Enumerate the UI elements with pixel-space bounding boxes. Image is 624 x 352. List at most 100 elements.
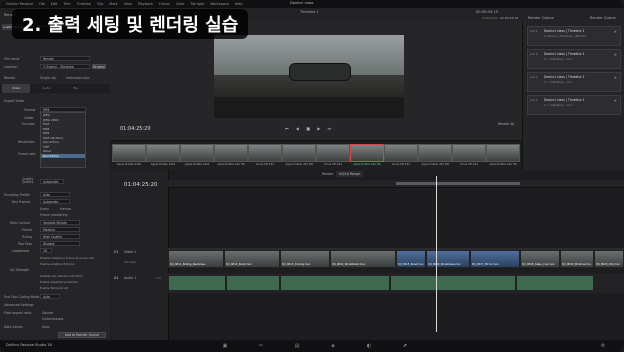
render-job-2[interactable]: Job 2 Davinci class | Timeline 1 C:/.../…: [527, 49, 621, 69]
timeline-video-clip[interactable]: DJI_0012_Road.mov: [224, 250, 280, 268]
job-name: Davinci class | Timeline 1: [544, 98, 585, 102]
transport-controls[interactable]: ⏮ ◀ ■ ▶ ⏭: [285, 126, 334, 131]
menu-item-app[interactable]: DaVinci Resolve: [6, 2, 33, 6]
location-field[interactable]: C:/Users/.../Desktop: [40, 64, 90, 69]
clip-thumbnail[interactable]: [282, 144, 316, 162]
option-adaptive-bframe[interactable]: Enable adaptive B-frame: [40, 262, 75, 266]
encoding-profile-select[interactable]: Auto: [40, 192, 70, 197]
settings-icon[interactable]: ⚙: [600, 343, 606, 349]
menu-item-fusion[interactable]: Fusion: [159, 2, 170, 6]
menu-item-view[interactable]: View: [124, 2, 132, 6]
clip-label: Drive HD 444: [392, 163, 410, 166]
timeline-audio-clip[interactable]: [390, 275, 516, 291]
preset-select[interactable]: Medium: [40, 227, 80, 232]
render-all-label[interactable]: Render All: [498, 122, 514, 126]
render-queue-dropdown[interactable]: Render Queue: [590, 16, 616, 20]
tab-video[interactable]: Video: [2, 84, 31, 93]
pixel-aspect-cinemascope[interactable]: Cinemascope: [42, 317, 64, 321]
quality-select[interactable]: Automatic: [40, 179, 64, 184]
individual-clips-radio[interactable]: Individual clips: [66, 76, 90, 80]
keyframes-select[interactable]: Automatic: [40, 199, 70, 204]
option-weighted-prediction[interactable]: Enable weighted prediction: [40, 280, 78, 284]
timeline-video-clip[interactable]: DJI_0013_Driving.mov: [280, 250, 330, 268]
menu-item-mark[interactable]: Mark: [109, 2, 117, 6]
option-temporal-aq[interactable]: Enable Temporal AQ: [40, 286, 68, 290]
timeline-video-clip-selected[interactable]: DJI_0015_Road.mov: [396, 250, 426, 268]
menu-item-help[interactable]: Help: [235, 2, 243, 6]
timeline-audio-clip[interactable]: [226, 275, 280, 291]
timeline-audio-clip[interactable]: [516, 275, 594, 291]
clip-thumbnail[interactable]: [486, 144, 520, 162]
clip-thumbnail[interactable]: [418, 144, 452, 162]
clip-thumbnail[interactable]: [112, 144, 146, 162]
clip-thumbnail[interactable]: [180, 144, 214, 162]
frame-reordering-checkbox[interactable]: Frame reordering: [40, 213, 68, 217]
color-page-icon[interactable]: ◐: [366, 343, 372, 349]
export-video-checkbox[interactable]: Export Video: [4, 99, 24, 103]
clip-thumbnail[interactable]: [384, 144, 418, 162]
menu-item-timeline[interactable]: Timeline: [77, 2, 91, 6]
timeline-video-clip[interactable]: DJI_0018_Glass_Cup.mov: [520, 250, 560, 268]
tab-file[interactable]: File: [63, 84, 88, 93]
format-dropdown-list[interactable]: JPEG JPEG 2000 MXF MP4 MP4 MXF OP-Atom Q…: [40, 112, 86, 168]
timeline-audio-clip[interactable]: [168, 275, 226, 291]
menu-item-color[interactable]: Color: [176, 2, 185, 6]
filename-field[interactable]: Render: [40, 56, 90, 61]
menu-item-edit[interactable]: Edit: [51, 2, 58, 6]
menu-item-workspace[interactable]: Workspace: [210, 2, 229, 6]
timeline-video-clip[interactable]: DJI_0020_City.mov: [594, 250, 624, 268]
timeline-audio-clip[interactable]: [280, 275, 390, 291]
render-job-1[interactable]: Job 1 Davinci class | Timeline 1 C:/User…: [527, 26, 621, 46]
option-reference-bframe[interactable]: Disable use reference B-frame: [40, 274, 83, 278]
job-path: C:/Users/.../Desktop/.../Render: [544, 34, 587, 38]
timeline-video-clip-selected[interactable]: DJI_0016_Streetview.mov: [426, 250, 470, 268]
deliver-page-icon[interactable]: ➚: [402, 343, 408, 349]
close-icon[interactable]: ×: [614, 75, 617, 80]
fusion-page-icon[interactable]: ◈: [330, 343, 336, 349]
option-adaptive-iframe[interactable]: Disable adaptive I-frame at scene cuts: [40, 256, 94, 260]
menu-item-file[interactable]: File: [39, 2, 45, 6]
add-to-render-queue-button[interactable]: Add to Render Queue: [58, 332, 106, 338]
render-range-select[interactable]: In/Out Range: [336, 171, 363, 177]
close-icon[interactable]: ×: [614, 52, 617, 57]
pixel-aspect-square[interactable]: Square: [42, 311, 53, 315]
menu-item-fairlight[interactable]: Fairlight: [191, 2, 205, 6]
clip-thumbnail-selected[interactable]: [350, 144, 384, 162]
single-clip-radio[interactable]: Single clip: [40, 76, 56, 80]
rate-control-select[interactable]: Variable Bitrate: [40, 220, 80, 225]
render-job-3[interactable]: Job 3 Davinci class | Timeline 1 C:/.../…: [527, 72, 621, 92]
menu-item-clip[interactable]: Clip: [97, 2, 103, 6]
menu-item-trim[interactable]: Trim: [63, 2, 70, 6]
v1-name[interactable]: Video 1: [124, 250, 136, 254]
timeline-video-clip[interactable]: DJI_0014_Windshield.mov: [330, 250, 396, 268]
render-job-4[interactable]: Job 4 Davinci class | Timeline 1 C:/.../…: [527, 95, 621, 115]
clip-thumbnail[interactable]: [316, 144, 350, 162]
clip-thumbnail[interactable]: [146, 144, 180, 162]
in-out-range-marker[interactable]: [396, 182, 520, 185]
timeline-video-clip-selected[interactable]: DJI_0017_Mirror.mov: [470, 250, 520, 268]
format-option-selected[interactable]: QuickTime: [41, 153, 85, 158]
a1-name[interactable]: Audio 1: [124, 276, 136, 280]
tuning-select[interactable]: High Quality: [40, 234, 80, 239]
timeline-video-clip[interactable]: DJI_0011_Rolling_Rearview...: [168, 250, 224, 268]
media-page-icon[interactable]: ▣: [222, 343, 228, 349]
data-levels-value[interactable]: Auto: [42, 325, 49, 329]
advanced-settings-toggle[interactable]: Advanced Settings: [4, 303, 34, 307]
playhead[interactable]: [436, 176, 437, 332]
clip-thumbnail[interactable]: [452, 144, 486, 162]
lookahead-field[interactable]: 16: [40, 248, 52, 253]
clip-thumbnail[interactable]: [214, 144, 248, 162]
timeline-name[interactable]: Timeline 1: [300, 10, 319, 14]
close-icon[interactable]: ×: [614, 98, 617, 103]
job-name: Davinci class | Timeline 1: [544, 52, 585, 56]
menu-item-playback[interactable]: Playback: [138, 2, 153, 6]
tab-audio[interactable]: Audio: [32, 84, 61, 93]
two-pass-select[interactable]: Disable: [40, 241, 80, 246]
end-gop-select[interactable]: Auto: [40, 294, 60, 299]
browse-button[interactable]: Browse: [92, 64, 106, 69]
timeline-video-clip[interactable]: DJI_0019_Window.mov: [560, 250, 594, 268]
clip-thumbnail[interactable]: [248, 144, 282, 162]
edit-page-icon[interactable]: ▤: [294, 343, 300, 349]
cut-page-icon[interactable]: ✂: [258, 343, 264, 349]
close-icon[interactable]: ×: [614, 29, 617, 34]
